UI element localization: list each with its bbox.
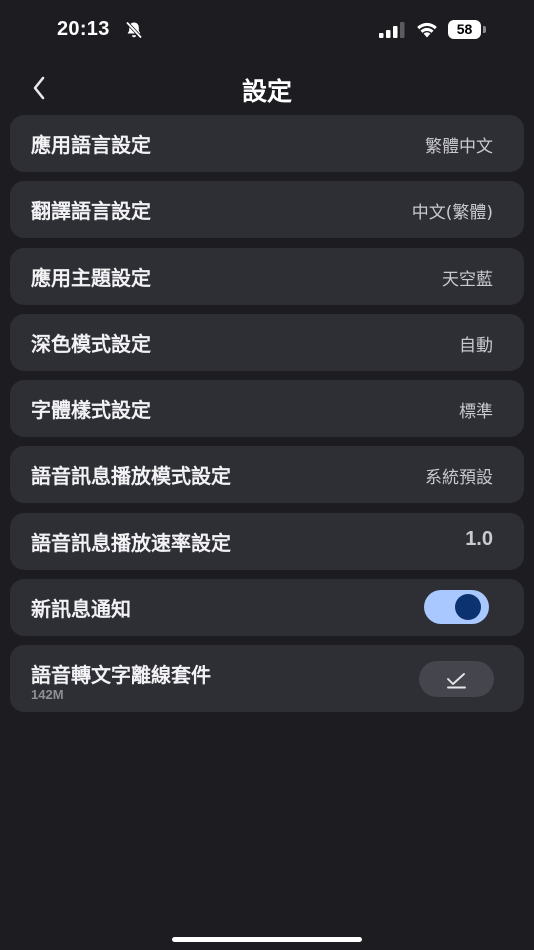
cellular-signal-icon xyxy=(379,22,405,38)
toggle-knob xyxy=(455,594,481,621)
battery-icon: 58 xyxy=(448,20,486,39)
home-indicator xyxy=(172,937,362,942)
setting-label: 字體樣式設定 xyxy=(31,398,151,423)
package-size: 142M xyxy=(31,687,64,703)
page-title: 設定 xyxy=(241,77,292,106)
status-bar: 20:13 58 xyxy=(0,0,534,60)
wifi-icon xyxy=(417,22,437,38)
status-time: 20:13 xyxy=(57,18,110,40)
setting-label: 新訊息通知 xyxy=(31,597,131,622)
settings-list: 應用語言設定 繁體中文 翻譯語言設定 中文(繁體) 應用主題設定 天空藍 深色模… xyxy=(10,115,524,722)
package-installed-button[interactable] xyxy=(419,661,494,698)
bell-slash-icon xyxy=(125,21,143,39)
setting-row-new-message-notification: 新訊息通知 xyxy=(10,579,524,637)
setting-value: 系統預設 xyxy=(425,468,493,489)
setting-label: 語音訊息播放模式設定 xyxy=(31,464,231,489)
setting-label: 應用語言設定 xyxy=(31,133,151,157)
setting-row-app-theme[interactable]: 應用主題設定 天空藍 xyxy=(10,247,524,305)
setting-value: 1.0 xyxy=(465,527,493,550)
setting-value: 繁體中文 xyxy=(425,137,493,157)
checkmark-icon xyxy=(447,673,466,689)
battery-level: 58 xyxy=(456,21,473,37)
setting-row-app-language[interactable]: 應用語言設定 繁體中文 xyxy=(10,115,524,172)
setting-row-dark-mode[interactable]: 深色模式設定 自動 xyxy=(10,313,524,371)
setting-value: 自動 xyxy=(459,335,493,356)
setting-value: 標準 xyxy=(459,402,493,423)
setting-row-voice-playback-mode[interactable]: 語音訊息播放模式設定 系統預設 xyxy=(10,446,524,504)
setting-label: 應用主題設定 xyxy=(31,265,151,290)
setting-row-voice-playback-rate[interactable]: 語音訊息播放速率設定 1.0 xyxy=(10,512,524,570)
setting-row-font-style[interactable]: 字體樣式設定 標準 xyxy=(10,380,524,438)
setting-label: 翻譯語言設定 xyxy=(31,199,151,224)
setting-label: 語音轉文字離線套件 xyxy=(31,663,211,688)
setting-label: 深色模式設定 xyxy=(31,331,151,356)
setting-label: 語音訊息播放速率設定 xyxy=(31,530,231,555)
setting-row-offline-speech-package: 語音轉文字離線套件 142M xyxy=(10,645,524,713)
setting-value: 中文(繁體) xyxy=(411,203,493,224)
setting-value: 天空藍 xyxy=(442,269,493,290)
nav-bar: 設定 xyxy=(0,62,534,112)
notification-toggle[interactable] xyxy=(424,590,489,625)
setting-row-translation-language[interactable]: 翻譯語言設定 中文(繁體) xyxy=(10,181,524,239)
